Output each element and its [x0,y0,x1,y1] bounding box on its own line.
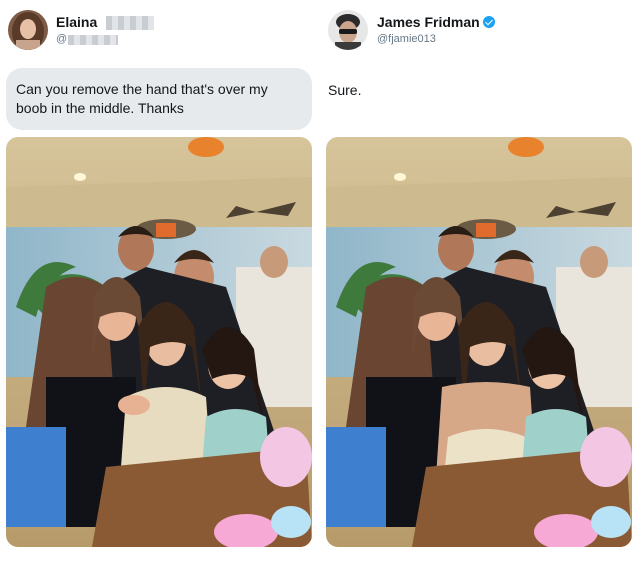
reply-text: Sure. [328,82,362,98]
message-bubble: Can you remove the hand that's over my b… [6,68,312,130]
elaina-avatar[interactable] [8,10,48,50]
user-handle: @ [56,33,68,45]
redacted-handle [68,35,118,45]
james-fridman-avatar[interactable] [328,10,368,50]
message-text: Can you remove the hand that's over my b… [16,81,268,116]
user-name[interactable]: James Fridman [377,14,495,30]
group-photo-original[interactable] [6,137,312,547]
user-handle: @fjamie013 [377,33,436,45]
redacted-name [106,16,154,30]
user-name[interactable]: Elaina [56,14,97,30]
user-name-text: James Fridman [377,14,480,30]
group-photo-edited[interactable] [326,137,632,547]
verified-badge-icon [482,16,495,28]
